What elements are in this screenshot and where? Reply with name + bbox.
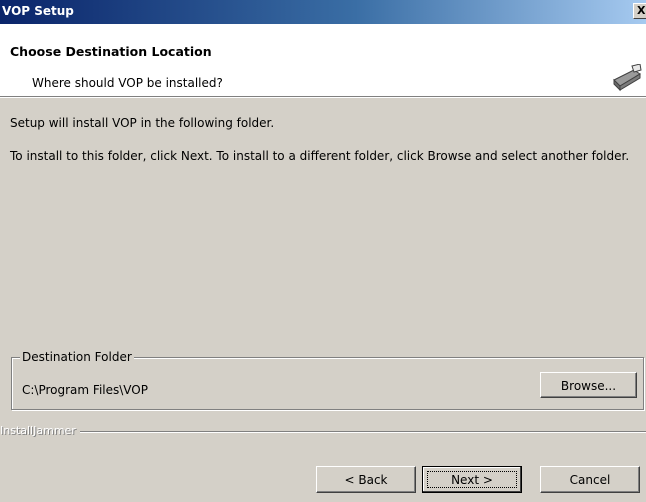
destination-folder-legend: Destination Folder	[20, 350, 134, 364]
page-title: Choose Destination Location	[10, 44, 212, 59]
back-button[interactable]: < Back	[316, 466, 416, 493]
instructions-text: To install to this folder, click Next. T…	[10, 149, 630, 163]
window-title: VOP Setup	[2, 4, 74, 18]
title-bar[interactable]: VOP Setup X	[0, 0, 646, 24]
installer-disk-icon	[613, 64, 642, 92]
wizard-header: Choose Destination Location Where should…	[0, 24, 646, 96]
close-button[interactable]: X	[633, 3, 646, 19]
close-icon: X	[637, 4, 646, 17]
setup-window: VOP Setup X Choose Destination Location …	[0, 0, 646, 502]
browse-button[interactable]: Browse...	[540, 372, 637, 398]
destination-path: C:\Program Files\VOP	[22, 383, 148, 397]
installer-brand-label: InstallJammer	[0, 424, 82, 437]
cancel-button[interactable]: Cancel	[540, 466, 640, 493]
header-separator	[0, 96, 646, 98]
footer-separator	[80, 431, 646, 433]
next-button[interactable]: Next >	[422, 466, 522, 493]
intro-text: Setup will install VOP in the following …	[10, 116, 275, 130]
page-subtitle: Where should VOP be installed?	[32, 76, 223, 90]
